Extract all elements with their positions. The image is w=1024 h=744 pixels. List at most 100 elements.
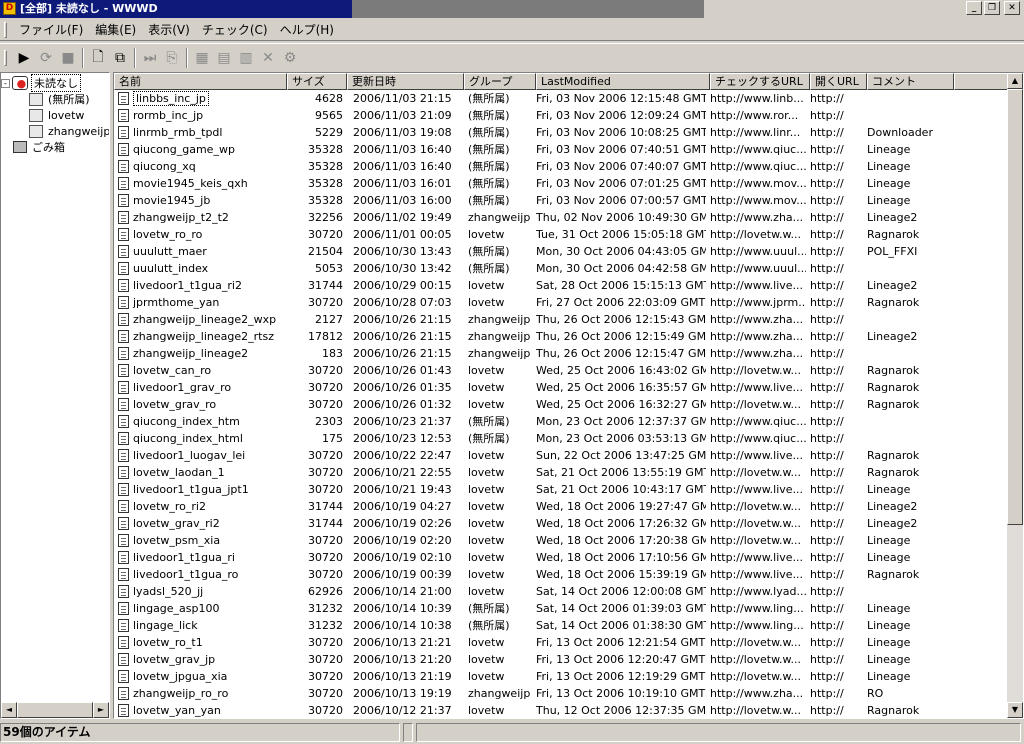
document-icon bbox=[118, 364, 129, 377]
column-header-size[interactable]: サイズ bbox=[287, 73, 347, 90]
edit-button[interactable]: ▦ bbox=[191, 47, 213, 69]
menu-file[interactable]: ファイル(F) bbox=[13, 21, 89, 38]
table-row[interactable]: zhangweijp_ro_ro 30720 2006/10/13 19:19 zha… bbox=[114, 685, 1008, 702]
table-row[interactable]: zhangweijp_lineage2_wxp 2127 2006/10/26 21… bbox=[114, 311, 1008, 328]
paste-button[interactable]: ▥ bbox=[235, 47, 257, 69]
copy-button[interactable]: ⎘ bbox=[161, 47, 183, 69]
maximize-button[interactable]: ❐ bbox=[984, 1, 1000, 15]
table-row[interactable]: qiucong_index_html 175 2006/10/23 12:53 (無所… bbox=[114, 430, 1008, 447]
folder-tree[interactable]: - 未読なし (無所属) lovetw zhangweijp ごみ箱 ◄ ► bbox=[0, 72, 110, 719]
scroll-up-button[interactable]: ▲ bbox=[1007, 73, 1023, 89]
table-row[interactable]: lovetw_laodan_1 30720 2006/10/21 22:55 love… bbox=[114, 464, 1008, 481]
table-row[interactable]: lovetw_grav_jp 30720 2006/10/13 21:20 lovet… bbox=[114, 651, 1008, 668]
table-row[interactable]: rormb_inc_jp 9565 2006/11/03 21:09 (無所属) Fri… bbox=[114, 107, 1008, 124]
folder-icon bbox=[29, 108, 43, 122]
table-row[interactable]: jprmthome_yan 30720 2006/10/28 07:03 lovetw… bbox=[114, 294, 1008, 311]
start-check-button[interactable]: ▶ bbox=[13, 47, 35, 69]
cell-size: 31744 bbox=[308, 517, 343, 530]
menu-check[interactable]: チェック(C) bbox=[196, 21, 274, 38]
table-row[interactable]: zhangweijp_t2_t2 32256 2006/11/02 19:49 zha… bbox=[114, 209, 1008, 226]
minimize-button[interactable]: _ bbox=[966, 1, 982, 15]
table-row[interactable]: livedoor1_luogav_lei 30720 2006/10/22 22:4… bbox=[114, 447, 1008, 464]
table-row[interactable]: movie1945_jb 35328 2006/11/03 16:00 (無所属) Fr… bbox=[114, 192, 1008, 209]
table-row[interactable]: lovetw_jpgua_xia 30720 2006/10/13 21:19 lov… bbox=[114, 668, 1008, 685]
check-item-button[interactable]: ⟳ bbox=[35, 47, 57, 69]
column-header-group[interactable]: グループ bbox=[464, 73, 536, 90]
new-folder-button[interactable]: ⧉ bbox=[109, 47, 131, 69]
item-list[interactable]: 名前 サイズ 更新日時 グループ LastModified チェックするURL … bbox=[113, 72, 1024, 719]
column-header-check-url[interactable]: チェックするURL bbox=[710, 73, 810, 90]
column-header-lastmodified[interactable]: LastModified bbox=[536, 73, 710, 90]
toolbar-grip[interactable] bbox=[4, 49, 7, 66]
cell-comment bbox=[863, 430, 950, 447]
table-row[interactable]: lingage_lick 31232 2006/10/14 10:38 (無所属) Sa… bbox=[114, 617, 1008, 634]
table-row[interactable]: lovetw_can_ro 30720 2006/10/26 01:43 lovetw… bbox=[114, 362, 1008, 379]
app-icon[interactable]: D bbox=[3, 2, 16, 15]
close-button[interactable]: ✕ bbox=[1004, 1, 1020, 15]
document-icon bbox=[118, 602, 129, 615]
column-header-comment[interactable]: コメント bbox=[867, 73, 954, 90]
table-row[interactable]: lovetw_grav_ri2 31744 2006/10/19 02:26 love… bbox=[114, 515, 1008, 532]
properties-button[interactable]: ▤ bbox=[213, 47, 235, 69]
table-row[interactable]: qiucong_index_htm 2303 2006/10/23 21:37 (無所… bbox=[114, 413, 1008, 430]
column-header-open-url[interactable]: 開くURL bbox=[810, 73, 867, 90]
document-icon bbox=[118, 449, 129, 462]
table-row[interactable]: lovetw_psm_xia 30720 2006/10/19 02:20 lovet… bbox=[114, 532, 1008, 549]
table-row[interactable]: qiucong_xq 35328 2006/11/03 16:40 (無所属) Fri,… bbox=[114, 158, 1008, 175]
menu-edit[interactable]: 編集(E) bbox=[89, 21, 142, 38]
table-row[interactable]: lovetw_ro_ri2 31744 2006/10/19 04:27 lovetw… bbox=[114, 498, 1008, 515]
table-row[interactable]: lovetw_ro_ro 30720 2006/11/01 00:05 lovetw T… bbox=[114, 226, 1008, 243]
table-row[interactable]: lovetw_ro_t1 30720 2006/10/13 21:21 lovetw F… bbox=[114, 634, 1008, 651]
table-row[interactable]: zhangweijp_lineage2 183 2006/10/26 21:15 zh… bbox=[114, 345, 1008, 362]
new-item-button[interactable]: 🗋 bbox=[87, 47, 109, 69]
menu-grip[interactable] bbox=[4, 21, 7, 38]
scroll-right-button[interactable]: ► bbox=[93, 702, 109, 718]
tree-group-none[interactable]: (無所属) bbox=[29, 91, 92, 107]
table-row[interactable]: linbbs_inc_jp 4628 2006/11/03 21:15 (無所属) Fr… bbox=[114, 90, 1008, 107]
table-row[interactable]: livedoor1_t1gua_ri 30720 2006/10/19 02:10 l… bbox=[114, 549, 1008, 566]
collapse-icon[interactable]: - bbox=[1, 78, 10, 88]
tree-trash[interactable]: ごみ箱 bbox=[13, 139, 67, 155]
stop-button[interactable]: ■ bbox=[57, 47, 79, 69]
jump-button[interactable]: ⏭ bbox=[139, 47, 161, 69]
table-row[interactable]: uuulutt_index 5053 2006/10/30 13:42 (無所属) Mo… bbox=[114, 260, 1008, 277]
tree-horizontal-scrollbar[interactable]: ◄ ► bbox=[1, 702, 109, 718]
menu-view[interactable]: 表示(V) bbox=[142, 21, 196, 38]
table-row[interactable]: uuulutt_maer 21504 2006/10/30 13:43 (無所属) Mo… bbox=[114, 243, 1008, 260]
table-row[interactable]: livedoor1_t1gua_ri2 31744 2006/10/29 00:15… bbox=[114, 277, 1008, 294]
table-row[interactable]: livedoor1_grav_ro 30720 2006/10/26 01:35 lo… bbox=[114, 379, 1008, 396]
table-row[interactable]: lyadsl_520_jj 62926 2006/10/14 21:00 lovetw… bbox=[114, 583, 1008, 600]
cell-date: 2006/11/03 16:40 bbox=[353, 160, 452, 173]
table-row[interactable]: linrmb_rmb_tpdl 5229 2006/11/03 19:08 (無所属)… bbox=[114, 124, 1008, 141]
cell-size: 35328 bbox=[308, 177, 343, 190]
table-row[interactable]: livedoor1_t1gua_ro 30720 2006/10/19 00:39 l… bbox=[114, 566, 1008, 583]
delete-button[interactable]: ✕ bbox=[257, 47, 279, 69]
document-icon bbox=[118, 466, 129, 479]
cell-check-url: http://lovetw.w... bbox=[710, 517, 802, 530]
cell-comment: Lineage bbox=[867, 619, 911, 632]
table-row[interactable]: zhangweijp_lineage2_rtsz 17812 2006/10/26 … bbox=[114, 328, 1008, 345]
column-header-name[interactable]: 名前 bbox=[114, 73, 287, 90]
list-vertical-scrollbar[interactable]: ▲ ▼ bbox=[1007, 73, 1023, 718]
cell-group: zhangweijp bbox=[468, 347, 531, 360]
settings-button[interactable]: ⚙ bbox=[279, 47, 301, 69]
scroll-left-button[interactable]: ◄ bbox=[1, 702, 17, 718]
table-row[interactable]: lovetw_grav_ro 30720 2006/10/26 01:32 lovet… bbox=[114, 396, 1008, 413]
item-name: lingage_lick bbox=[133, 619, 198, 632]
tree-group-zhangweijp[interactable]: zhangweijp bbox=[29, 123, 109, 139]
table-row[interactable]: lingage_asp100 31232 2006/10/14 10:39 (無所属)… bbox=[114, 600, 1008, 617]
table-row[interactable]: lovetw_yan_yan 30720 2006/10/12 21:37 lovet… bbox=[114, 702, 1008, 718]
tree-root[interactable]: - 未読なし bbox=[1, 74, 81, 92]
cell-comment bbox=[863, 107, 950, 124]
scroll-thumb[interactable] bbox=[1007, 89, 1023, 525]
table-row[interactable]: qiucong_game_wp 35328 2006/11/03 16:40 (無所属… bbox=[114, 141, 1008, 158]
cell-comment: Lineage bbox=[867, 636, 911, 649]
column-header-date[interactable]: 更新日時 bbox=[347, 73, 464, 90]
scroll-thumb[interactable] bbox=[17, 702, 93, 718]
table-row[interactable]: movie1945_keis_qxh 35328 2006/11/03 16:01 (… bbox=[114, 175, 1008, 192]
item-name: movie1945_jb bbox=[133, 194, 211, 207]
menu-help[interactable]: ヘルプ(H) bbox=[274, 21, 340, 38]
scroll-down-button[interactable]: ▼ bbox=[1007, 702, 1023, 718]
tree-group-lovetw[interactable]: lovetw bbox=[29, 107, 86, 123]
table-row[interactable]: livedoor1_t1gua_jpt1 30720 2006/10/21 19:4… bbox=[114, 481, 1008, 498]
